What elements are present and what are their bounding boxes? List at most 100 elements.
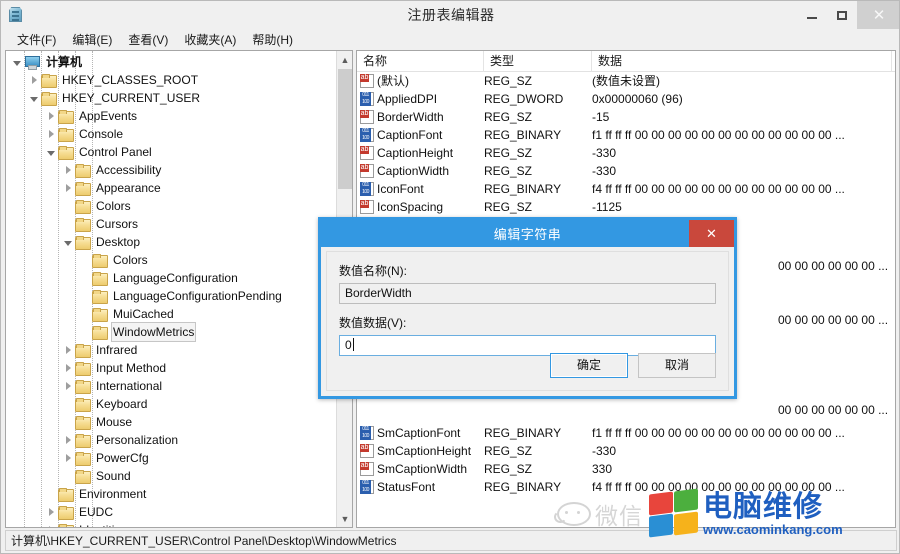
expander-closed-icon[interactable]	[44, 503, 58, 521]
ok-button[interactable]: 确定	[550, 353, 628, 378]
value-row[interactable]: StatusFont REG_BINARY f4 ff ff ff 00 00 00…	[357, 478, 895, 496]
tree-item-control-panel[interactable]: Control Panel	[6, 143, 336, 161]
tree-item-international[interactable]: International	[6, 377, 336, 395]
expander-closed-icon[interactable]	[61, 449, 75, 467]
tree-item-colors[interactable]: Colors	[6, 197, 336, 215]
registry-tree[interactable]: 计算机 HKEY_CLASSES_ROOT HKEY_CURRENT_USER App…	[6, 53, 336, 527]
menu-view[interactable]: 查看(V)	[120, 29, 176, 50]
tree-item-input-method[interactable]: Input Method	[6, 359, 336, 377]
tree-item-cursors[interactable]: Cursors	[6, 215, 336, 233]
column-header-label: 名称	[363, 54, 388, 68]
value-type: REG_BINARY	[484, 128, 562, 142]
scroll-down-icon[interactable]: ▼	[337, 510, 352, 527]
tree-item-label: PowerCfg	[96, 451, 149, 465]
tree-line-icon	[78, 251, 92, 269]
folder-icon	[58, 523, 74, 527]
tree-item-console[interactable]: Console	[6, 125, 336, 143]
tree-item-identities[interactable]: Identities	[6, 521, 336, 527]
string-value-icon	[360, 462, 374, 476]
tree-item-label: Accessibility	[96, 163, 162, 177]
menu-help[interactable]: 帮助(H)	[244, 29, 301, 50]
tree-item-powercfg[interactable]: PowerCfg	[6, 449, 336, 467]
expander-open-icon[interactable]	[10, 53, 24, 71]
tree-item-accessibility[interactable]: Accessibility	[6, 161, 336, 179]
tree-item-languageconfiguration[interactable]: LanguageConfiguration	[6, 269, 336, 287]
value-list-header: 名称 类型 数据	[357, 51, 895, 72]
maximize-button[interactable]	[827, 1, 857, 29]
tree-item-environment[interactable]: Environment	[6, 485, 336, 503]
value-type: REG_BINARY	[484, 480, 562, 494]
expander-closed-icon[interactable]	[61, 431, 75, 449]
value-name-label: 数值名称(N):	[339, 264, 407, 278]
expander-closed-icon[interactable]	[61, 179, 75, 197]
expander-closed-icon[interactable]	[61, 161, 75, 179]
expander-closed-icon[interactable]	[61, 341, 75, 359]
tree-item-languageconfigurationpending[interactable]: LanguageConfigurationPending	[6, 287, 336, 305]
tree-item-muicached[interactable]: MuiCached	[6, 305, 336, 323]
tree-item-hkey-current-user[interactable]: HKEY_CURRENT_USER	[6, 89, 336, 107]
tree-item-appearance[interactable]: Appearance	[6, 179, 336, 197]
menu-favorites[interactable]: 收藏夹(A)	[176, 29, 244, 50]
expander-open-icon[interactable]	[44, 143, 58, 161]
value-row[interactable]: IconFont REG_BINARY f4 ff ff ff 00 00 00 0…	[357, 180, 895, 198]
expander-closed-icon[interactable]	[27, 71, 41, 89]
tree-item-sound[interactable]: Sound	[6, 467, 336, 485]
value-row[interactable]: BorderWidth REG_SZ -15	[357, 108, 895, 126]
expander-closed-icon[interactable]	[44, 107, 58, 125]
value-row[interactable]: SmCaptionHeight REG_SZ -330	[357, 442, 895, 460]
menu-bar: 文件(F) 编辑(E) 查看(V) 收藏夹(A) 帮助(H)	[1, 29, 899, 50]
dialog-close-button[interactable]: ✕	[689, 220, 734, 247]
value-row[interactable]: CaptionHeight REG_SZ -330	[357, 144, 895, 162]
value-data: 00 00 00 00 00 00 ...	[778, 259, 889, 273]
expander-closed-icon[interactable]	[61, 377, 75, 395]
folder-icon	[75, 379, 91, 394]
tree-item-keyboard[interactable]: Keyboard	[6, 395, 336, 413]
value-row[interactable]: SmCaptionFont REG_BINARY f1 ff ff ff 00 00…	[357, 424, 895, 442]
close-button[interactable]: ✕	[857, 1, 899, 29]
folder-icon	[75, 235, 91, 250]
menu-file[interactable]: 文件(F)	[9, 29, 64, 50]
expander-closed-icon[interactable]	[44, 125, 58, 143]
tree-item-label: Input Method	[96, 361, 167, 375]
tree-item-windowmetrics[interactable]: WindowMetrics	[6, 322, 336, 342]
value-row[interactable]: CaptionFont REG_BINARY f1 ff ff ff 00 00 0…	[357, 126, 895, 144]
scroll-up-icon[interactable]: ▲	[337, 51, 352, 68]
tree-item-eudc[interactable]: EUDC	[6, 503, 336, 521]
window-controls: ✕	[797, 1, 899, 29]
tree-item-label: Infrared	[96, 343, 138, 357]
minimize-button[interactable]	[797, 1, 827, 29]
value-row[interactable]: IconSpacing REG_SZ -1125	[357, 198, 895, 216]
value-row[interactable]: AppliedDPI REG_DWORD 0x00000060 (96)	[357, 90, 895, 108]
tree-item-hkey-classes-root[interactable]: HKEY_CLASSES_ROOT	[6, 71, 336, 89]
scrollbar-thumb[interactable]	[338, 69, 352, 189]
tree-item-personalization[interactable]: Personalization	[6, 431, 336, 449]
dialog-body: 数值名称(N): BorderWidth 数值数据(V): 0 确定 取消	[326, 251, 729, 391]
column-header-type[interactable]: 类型	[484, 51, 592, 72]
tree-item-label: Cursors	[96, 217, 139, 231]
folder-icon	[75, 451, 91, 466]
value-row[interactable]: SmCaptionWidth REG_SZ 330	[357, 460, 895, 478]
expander-closed-icon[interactable]	[61, 359, 75, 377]
tree-item-label: LanguageConfigurationPending	[113, 289, 282, 303]
column-header-name[interactable]: 名称	[357, 51, 484, 72]
tree-item-label: EUDC	[79, 505, 114, 519]
cancel-button[interactable]: 取消	[638, 353, 716, 378]
tree-item-mouse[interactable]: Mouse	[6, 413, 336, 431]
value-name: SmCaptionFont	[377, 426, 461, 440]
tree-item--[interactable]: 计算机	[6, 53, 336, 71]
expander-open-icon[interactable]	[61, 233, 75, 251]
value-name-field: BorderWidth	[339, 283, 716, 304]
tree-item-appevents[interactable]: AppEvents	[6, 107, 336, 125]
tree-item-colors[interactable]: Colors	[6, 251, 336, 269]
value-row[interactable]: CaptionWidth REG_SZ -330	[357, 162, 895, 180]
tree-item-desktop[interactable]: Desktop	[6, 233, 336, 251]
value-row[interactable]: (默认) REG_SZ (数值未设置)	[357, 72, 895, 90]
expander-open-icon[interactable]	[27, 89, 41, 107]
column-header-data[interactable]: 数据	[592, 51, 892, 72]
value-data-label: 数值数据(V):	[339, 316, 407, 330]
expander-closed-icon[interactable]	[44, 521, 58, 527]
tree-item-infrared[interactable]: Infrared	[6, 341, 336, 359]
tree-item-label: HKEY_CLASSES_ROOT	[62, 73, 199, 87]
dialog-title: 编辑字符串	[493, 227, 562, 242]
menu-edit[interactable]: 编辑(E)	[64, 29, 120, 50]
